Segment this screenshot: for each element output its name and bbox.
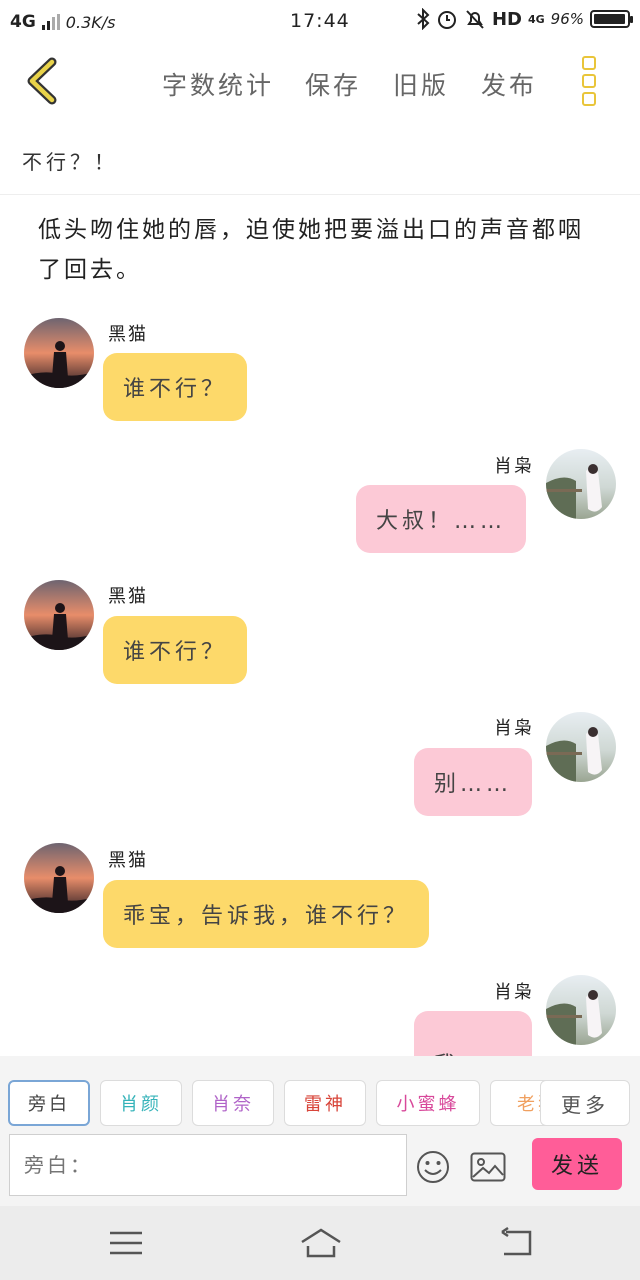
- character-chip[interactable]: 旁白: [8, 1080, 90, 1126]
- status-bar: 4G 0.3K/s 17:44 HD 4G 96%: [0, 0, 640, 44]
- avatar-xiaoxiao[interactable]: [546, 712, 616, 782]
- message-bubble[interactable]: 谁不行？: [103, 353, 248, 421]
- clock: 17:44: [290, 10, 350, 32]
- old-version-button[interactable]: 旧版: [393, 66, 449, 102]
- character-chip-label: 旁白: [28, 1094, 70, 1115]
- editor-toolbar: 字数统计 保存 旧版 发布: [0, 44, 640, 120]
- bluetooth-icon: [417, 8, 430, 30]
- sender-name: 肖枭: [494, 456, 534, 477]
- battery-fill: [594, 14, 625, 24]
- input-panel: 旁白 肖颜 肖奈 雷神 小蜜蜂 老狐 更多 发送: [0, 1056, 640, 1206]
- back-arrow-icon[interactable]: [22, 56, 66, 106]
- avatar-xiaoxiao[interactable]: [546, 449, 616, 519]
- network-type: 4G: [10, 12, 36, 32]
- message-bubble[interactable]: 别……: [414, 748, 533, 816]
- more-characters-button[interactable]: 更多: [540, 1080, 630, 1126]
- battery-icon: [590, 10, 633, 28]
- more-menu-icon[interactable]: [578, 56, 600, 106]
- avatar-heimao[interactable]: [24, 843, 94, 913]
- sender-name: 黑猫: [108, 324, 148, 345]
- save-button[interactable]: 保存: [305, 66, 361, 102]
- avatar-xiaoxiao[interactable]: [546, 975, 616, 1045]
- message-input[interactable]: [9, 1134, 407, 1196]
- character-chip[interactable]: 肖颜: [100, 1080, 182, 1126]
- sender-name: 黑猫: [108, 850, 148, 871]
- network-speed: 0.3K/s: [65, 12, 116, 32]
- message-bubble[interactable]: 谁不行？: [103, 616, 248, 684]
- sender-name: 肖枭: [494, 982, 534, 1003]
- sender-name: 黑猫: [108, 586, 148, 607]
- mute-bell-icon: [466, 10, 484, 29]
- signal-icon: [41, 14, 60, 30]
- word-count-button[interactable]: 字数统计: [162, 66, 274, 102]
- publish-button[interactable]: 发布: [481, 66, 537, 102]
- narration-text[interactable]: 低头吻住她的唇，迫使她把要溢出口的声音都咽了回去。: [38, 210, 598, 290]
- message-bubble[interactable]: 大叔！……: [356, 485, 527, 553]
- character-chip[interactable]: 雷神: [284, 1080, 366, 1126]
- avatar-heimao[interactable]: [24, 318, 94, 388]
- character-chip[interactable]: 肖奈: [192, 1080, 274, 1126]
- alarm-icon: [437, 11, 456, 29]
- system-nav-bar: [0, 1206, 640, 1280]
- back-icon[interactable]: [496, 1226, 536, 1260]
- network-type-right: 4G: [527, 12, 545, 26]
- character-chip-label: 雷神: [304, 1094, 346, 1115]
- avatar-heimao[interactable]: [24, 580, 94, 650]
- image-icon[interactable]: [470, 1152, 506, 1182]
- emoji-icon[interactable]: [416, 1150, 450, 1184]
- hd-indicator: HD: [491, 8, 522, 30]
- divider: [0, 194, 640, 195]
- chapter-title[interactable]: 不行？！: [22, 146, 118, 175]
- sender-name: 肖枭: [494, 718, 534, 739]
- send-button[interactable]: 发送: [532, 1138, 622, 1190]
- character-chip-label: 小蜜蜂: [396, 1094, 460, 1115]
- battery-percent: 96%: [550, 10, 584, 28]
- character-chip[interactable]: 小蜜蜂: [376, 1080, 480, 1126]
- menu-icon[interactable]: [106, 1226, 146, 1260]
- character-chip-label: 肖颜: [120, 1094, 162, 1115]
- home-icon[interactable]: [299, 1226, 343, 1260]
- message-bubble[interactable]: 乖宝，告诉我，谁不行？: [103, 880, 430, 948]
- character-chip-label: 肖奈: [212, 1094, 254, 1115]
